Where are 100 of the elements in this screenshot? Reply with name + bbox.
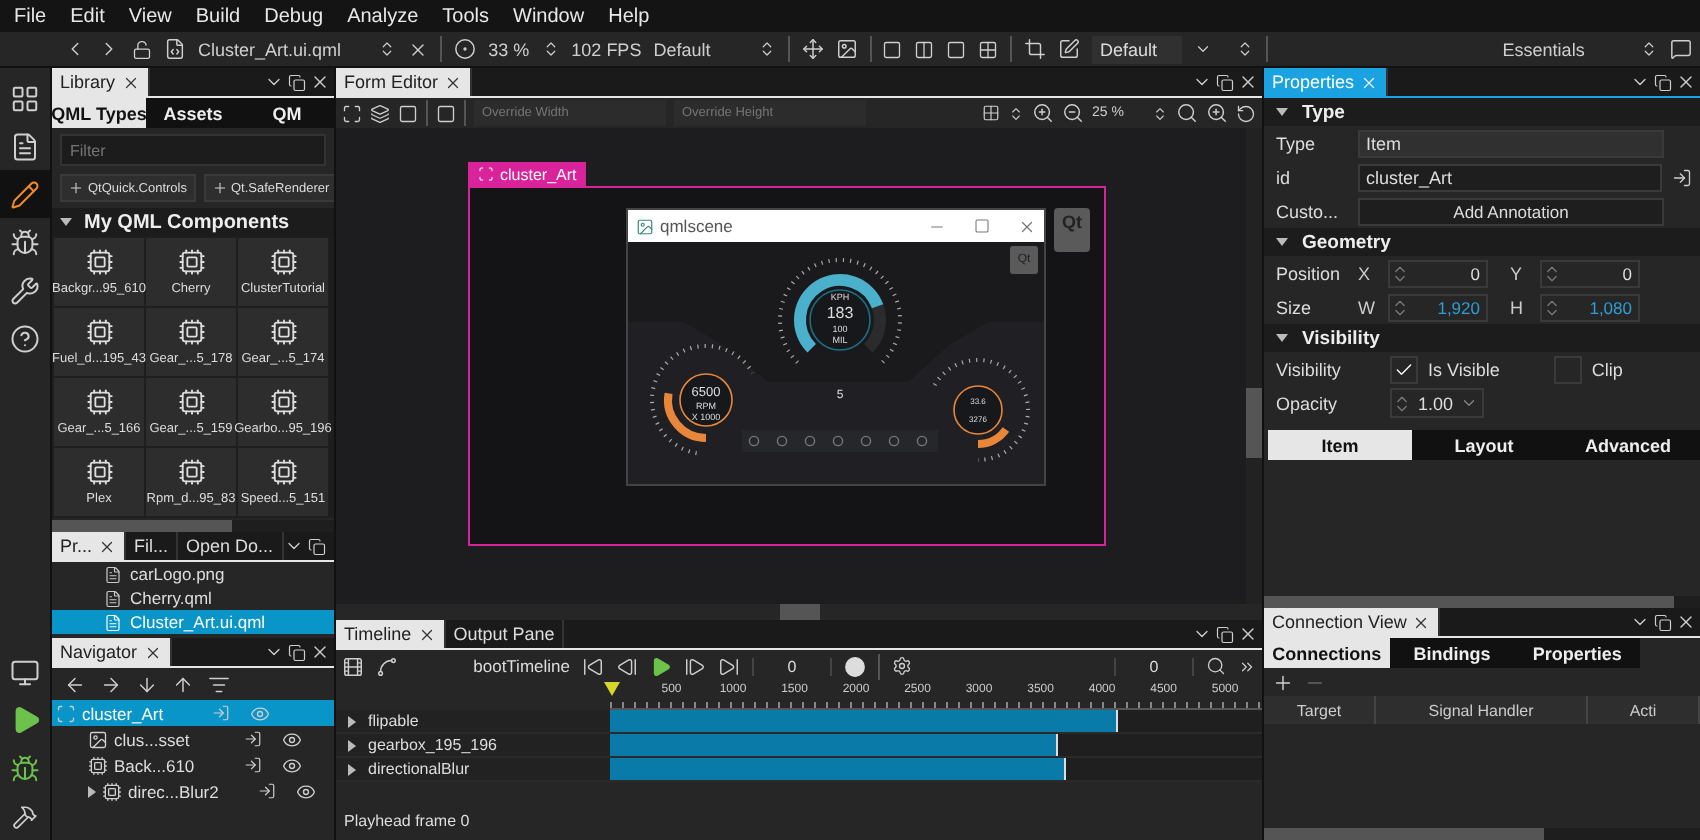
menu-item[interactable]: Edit xyxy=(70,5,105,27)
record-icon[interactable] xyxy=(844,655,866,677)
column-header[interactable]: Acti xyxy=(1588,696,1700,724)
add-icon[interactable] xyxy=(1272,671,1294,693)
playhead-marker[interactable] xyxy=(604,682,620,698)
opacity-spinbox[interactable]: 1.00 xyxy=(1390,388,1484,418)
layers-icon[interactable] xyxy=(370,103,390,123)
end-frame-field[interactable]: 0 xyxy=(1114,657,1194,675)
spin-arrows-icon[interactable] xyxy=(1390,297,1410,317)
menu-item[interactable]: Build xyxy=(195,5,241,27)
project-tree-item[interactable]: Cherry.qml xyxy=(52,586,334,610)
updown-icon[interactable] xyxy=(378,40,397,58)
panel-tab[interactable]: Timeline xyxy=(336,620,446,648)
menu-item[interactable]: Analyze xyxy=(347,5,419,27)
arrow-up-icon[interactable] xyxy=(172,673,194,695)
artboard-label[interactable]: cluster_Art xyxy=(468,162,587,186)
track-name[interactable]: directionalBlur xyxy=(336,758,610,782)
float-icon[interactable] xyxy=(307,537,326,555)
chat-icon[interactable] xyxy=(1670,38,1693,60)
section-header[interactable]: Type xyxy=(1264,98,1700,126)
zoom-in-icon[interactable] xyxy=(1032,102,1054,124)
property-tab[interactable]: Item xyxy=(1268,430,1412,460)
connection-tab[interactable]: Connections xyxy=(1264,638,1390,668)
film-icon[interactable] xyxy=(342,655,364,677)
panel-tab[interactable]: Output Pane xyxy=(445,620,565,648)
close-icon[interactable] xyxy=(1238,72,1258,92)
move-icon[interactable] xyxy=(801,38,823,60)
more-icon[interactable] xyxy=(1238,657,1256,675)
menu-item[interactable]: Tools xyxy=(442,5,490,27)
section-header[interactable]: My QML Components xyxy=(52,208,334,236)
updown-icon[interactable] xyxy=(1152,105,1168,121)
updown-icon[interactable] xyxy=(1640,40,1659,58)
section-header[interactable]: Visibility xyxy=(1264,324,1700,352)
panel-tab[interactable]: Library xyxy=(52,68,150,96)
spin-arrows-icon[interactable] xyxy=(1392,393,1412,413)
float-icon[interactable] xyxy=(1216,73,1234,91)
updown-icon[interactable] xyxy=(1235,40,1254,58)
category-tab[interactable]: QML Types xyxy=(52,98,146,128)
close-icon[interactable] xyxy=(121,73,140,91)
close-icon[interactable] xyxy=(143,643,162,661)
panel-tab[interactable]: Connection View xyxy=(1264,608,1441,636)
arrow-right-icon[interactable] xyxy=(100,673,122,695)
background-icon[interactable] xyxy=(982,104,1000,122)
target-icon[interactable] xyxy=(454,38,477,60)
workspace-selector[interactable]: Essentials xyxy=(1459,39,1629,59)
close-icon[interactable] xyxy=(1238,624,1258,644)
fit-icon[interactable] xyxy=(342,103,362,123)
float-icon[interactable] xyxy=(1216,625,1234,643)
navigator-node[interactable]: direc...Blur2 xyxy=(52,778,334,804)
updown-icon[interactable] xyxy=(1008,105,1024,121)
filter-icon[interactable] xyxy=(208,673,230,695)
zoom-level[interactable]: 33 % xyxy=(488,39,530,59)
timeline-name[interactable]: bootTimeline xyxy=(410,656,570,676)
scrollbar-thumb[interactable] xyxy=(780,604,820,620)
menu-item[interactable]: Window xyxy=(513,5,585,27)
expand-arrow-icon[interactable] xyxy=(1276,108,1288,116)
close-icon[interactable] xyxy=(310,72,330,92)
style-dropdown[interactable]: Default xyxy=(1092,35,1182,63)
add-annotation-button[interactable]: Add Annotation xyxy=(1358,197,1664,225)
scrollbar-thumb[interactable] xyxy=(1264,828,1544,840)
export-icon[interactable] xyxy=(1672,167,1692,187)
skip-back-icon[interactable] xyxy=(582,655,604,677)
current-frame-field[interactable]: 0 xyxy=(752,657,832,675)
unlock-icon[interactable] xyxy=(132,39,152,59)
track-name[interactable]: flipable xyxy=(336,710,610,734)
square-icon[interactable] xyxy=(398,103,418,123)
close-icon[interactable] xyxy=(98,537,117,555)
float-icon[interactable] xyxy=(1654,73,1672,91)
panel-tab[interactable]: Form Editor xyxy=(336,68,473,96)
menu-item[interactable]: View xyxy=(128,5,172,27)
close-icon[interactable] xyxy=(444,73,463,91)
grid-icon[interactable] xyxy=(978,39,999,59)
close-icon[interactable] xyxy=(1676,612,1696,632)
updown-icon[interactable] xyxy=(757,40,776,58)
column-header[interactable]: Target xyxy=(1264,696,1376,724)
image-icon[interactable] xyxy=(835,38,857,60)
panel-tab[interactable]: Navigator xyxy=(52,638,172,666)
navigator-node[interactable]: clus...sset xyxy=(52,726,334,752)
eye-icon[interactable] xyxy=(282,755,302,775)
frame-icon[interactable] xyxy=(436,103,456,123)
checkbox[interactable] xyxy=(1390,355,1418,383)
arrow-down-icon[interactable] xyxy=(136,673,158,695)
menu-item[interactable]: Debug xyxy=(264,5,324,27)
zoom-out-icon[interactable] xyxy=(1062,102,1084,124)
close-icon[interactable] xyxy=(408,39,429,59)
filter-field[interactable]: Filter xyxy=(60,134,326,166)
column-header[interactable]: Signal Handler xyxy=(1376,696,1588,724)
arrow-left-icon[interactable] xyxy=(64,673,86,695)
expand-arrow-icon[interactable] xyxy=(88,785,96,797)
eye-icon[interactable] xyxy=(282,729,302,749)
x-spinbox[interactable]: 0 xyxy=(1388,259,1488,287)
project-tree-item[interactable]: carLogo.png xyxy=(52,562,334,586)
zoom-all-icon[interactable] xyxy=(1206,102,1228,124)
square-icon[interactable] xyxy=(882,39,903,59)
checkbox[interactable] xyxy=(1553,355,1582,383)
dropdown-icon[interactable] xyxy=(1193,40,1212,58)
close-icon[interactable] xyxy=(417,625,436,643)
eye-icon[interactable] xyxy=(296,781,316,801)
expand-arrow-icon[interactable] xyxy=(1276,238,1288,246)
reset-icon[interactable] xyxy=(1236,103,1256,123)
